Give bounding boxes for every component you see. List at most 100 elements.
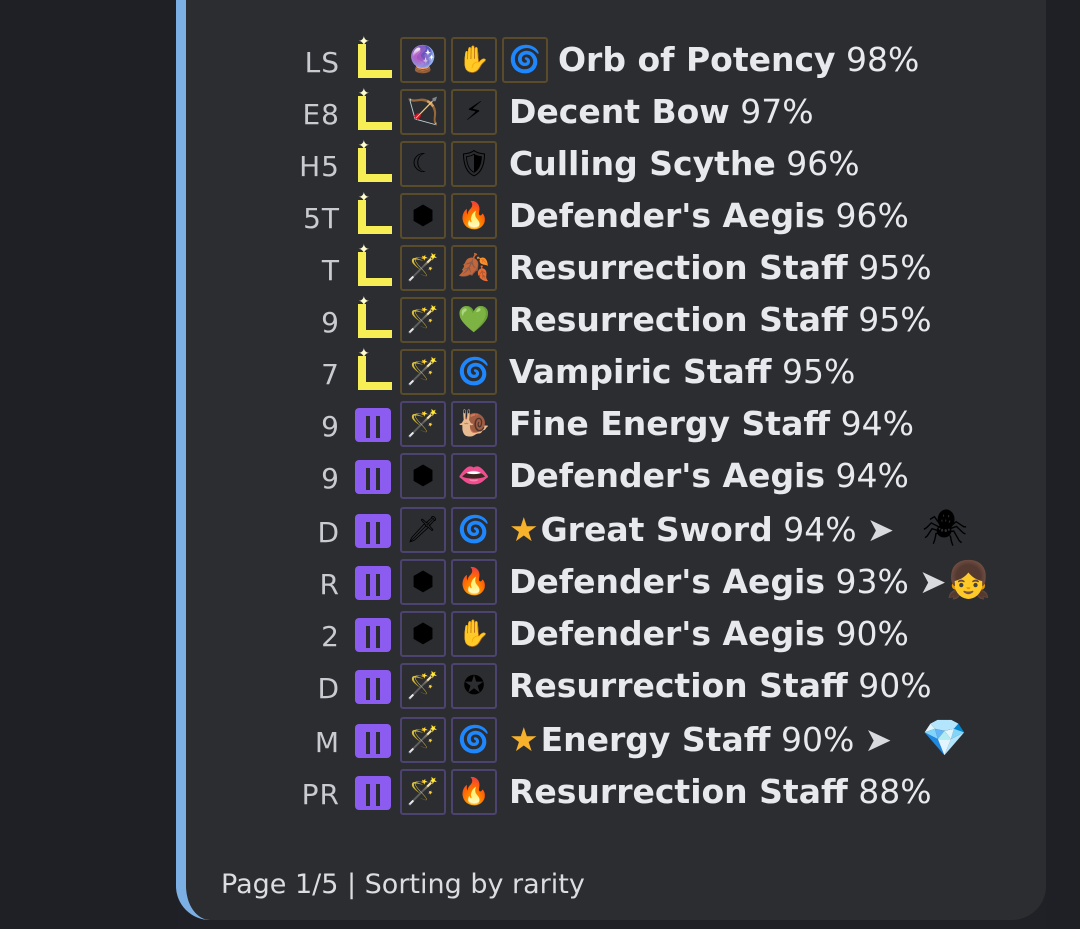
item-percent: 95%: [782, 352, 856, 391]
portal-icon: 🌀: [451, 507, 497, 553]
list-item: 9 ⬢ 👄 Defender's Aegis 94%: [0, 453, 1080, 503]
item-name: Resurrection Staff: [509, 300, 848, 339]
list-item: PR 🪄 🔥 Resurrection Staff 88%: [0, 769, 1080, 819]
legendary-rarity-icon: [350, 190, 396, 240]
list-item: H5 ☾🛡 Culling Scythe 96%: [0, 138, 1080, 191]
aegis-icon: ⬢: [400, 193, 446, 239]
item-code: 9: [321, 462, 340, 495]
staff-icon: 🪄: [400, 297, 446, 343]
item-label: Culling Scythe 96%: [509, 144, 860, 183]
item-code: 9: [321, 306, 340, 339]
staff-icon: 🪄: [400, 245, 446, 291]
item-label: Defender's Aegis 90%: [509, 614, 909, 653]
heart-icon: 💚: [451, 297, 497, 343]
arrow-icon: ➤: [864, 720, 892, 759]
item-percent: 95%: [858, 300, 932, 339]
item-label: Resurrection Staff 90%: [509, 666, 932, 705]
item-code: LS: [304, 46, 340, 79]
item-label: Orb of Potency 98%: [558, 40, 919, 79]
item-name: Resurrection Staff: [509, 772, 848, 811]
arrow-icon: ➤: [866, 510, 895, 549]
list-item: E8 🏹⚡ Decent Bow 97%: [0, 86, 1080, 139]
arrow-icon: ➤: [918, 562, 947, 601]
item-label: Defender's Aegis 94%: [509, 456, 909, 495]
orb-icon: 🔮: [400, 37, 446, 83]
shield-icon: 🛡: [451, 141, 497, 187]
aegis-icon: ⬢: [400, 611, 446, 657]
star-icon: ★: [509, 510, 539, 549]
item-percent: 96%: [835, 196, 909, 235]
fire-body-icon: 🔥: [451, 559, 497, 605]
legendary-rarity-icon: [350, 346, 396, 396]
mythic-rarity-icon: [350, 770, 396, 816]
item-percent: 96%: [786, 144, 860, 183]
mythic-rarity-icon: [350, 402, 396, 448]
item-code: 5T: [303, 202, 340, 235]
item-code: PR: [301, 778, 340, 811]
leaf-icon: 🍂: [451, 245, 497, 291]
list-item: T 🪄🍂 Resurrection Staff 95%: [0, 242, 1080, 295]
scythe-icon: ☾: [400, 141, 446, 187]
item-label: Resurrection Staff 95%: [509, 248, 932, 287]
item-name: Defender's Aegis: [509, 196, 826, 235]
item-code: 7: [321, 358, 340, 391]
gem-fish-icon: 💎: [922, 718, 967, 759]
item-label: ★Great Sword 94% ➤: [509, 510, 894, 549]
list-item: 9 🪄💚 Resurrection Staff 95%: [0, 294, 1080, 347]
item-code: 2: [321, 620, 340, 653]
item-name: Resurrection Staff: [509, 248, 848, 287]
item-label: Defender's Aegis 96%: [509, 196, 909, 235]
item-label: Resurrection Staff 95%: [509, 300, 932, 339]
item-label: Vampiric Staff 95%: [509, 352, 855, 391]
item-name: Great Sword: [540, 510, 773, 549]
item-label: ★Energy Staff 90% ➤: [509, 720, 892, 759]
mythic-rarity-icon: [350, 508, 396, 554]
portal-icon: 🌀: [502, 37, 548, 83]
item-name: Orb of Potency: [558, 40, 836, 79]
mythic-rarity-icon: [350, 454, 396, 500]
list-item: M 🪄 🌀 ★Energy Staff 90% ➤ 💎: [0, 717, 1080, 767]
aegis-icon: ⬢: [400, 559, 446, 605]
item-name: Culling Scythe: [509, 144, 776, 183]
item-code: R: [319, 568, 340, 601]
mythic-rarity-icon: [350, 560, 396, 606]
item-percent: 90%: [835, 614, 909, 653]
item-code: D: [317, 516, 340, 549]
item-name: Resurrection Staff: [509, 666, 848, 705]
item-label: Fine Energy Staff 94%: [509, 404, 914, 443]
legendary-rarity-icon: [350, 294, 396, 344]
snail-icon: 🐌: [451, 401, 497, 447]
list-item: D 🗡 🌀 ★Great Sword 94% ➤ 🕷: [0, 507, 1080, 557]
spider-icon: 🕷: [922, 508, 968, 549]
list-item: 5T ⬢🔥 Defender's Aegis 96%: [0, 190, 1080, 243]
item-percent: 90%: [858, 666, 932, 705]
fire-body-icon: 🔥: [451, 193, 497, 239]
staff-icon: 🪄: [400, 349, 446, 395]
portal-icon: 🌀: [451, 349, 497, 395]
fangs-icon: 👄: [451, 453, 497, 499]
star-icon: ★: [509, 720, 539, 759]
list-item: 7 🪄🌀 Vampiric Staff 95%: [0, 346, 1080, 399]
legendary-rarity-icon: [350, 138, 396, 188]
fist-icon: ✋: [451, 611, 497, 657]
item-percent: 95%: [858, 248, 932, 287]
staff-icon: 🪄: [400, 663, 446, 709]
item-name: Energy Staff: [540, 720, 771, 759]
item-percent: 94%: [835, 456, 909, 495]
list-item: LS 🔮✋🌀 Orb of Potency 98%: [0, 34, 1080, 87]
item-code: T: [321, 254, 340, 287]
girl-icon: 👧: [946, 560, 991, 601]
item-name: Vampiric Staff: [509, 352, 772, 391]
item-name: Defender's Aegis: [509, 562, 826, 601]
item-percent: 90%: [780, 720, 855, 759]
list-item: D 🪄 ✪ Resurrection Staff 90%: [0, 663, 1080, 713]
list-item: R ⬢ 🔥 Defender's Aegis 93% ➤ 👧: [0, 559, 1080, 609]
item-code: M: [314, 726, 340, 759]
item-code: 9: [321, 410, 340, 443]
list-item: 9 🪄 🐌 Fine Energy Staff 94%: [0, 401, 1080, 451]
legendary-rarity-icon: [350, 86, 396, 136]
sword-icon: 🗡: [400, 507, 446, 553]
item-code: H5: [299, 150, 340, 183]
item-label: Decent Bow 97%: [509, 92, 814, 131]
legendary-rarity-icon: [350, 34, 396, 84]
